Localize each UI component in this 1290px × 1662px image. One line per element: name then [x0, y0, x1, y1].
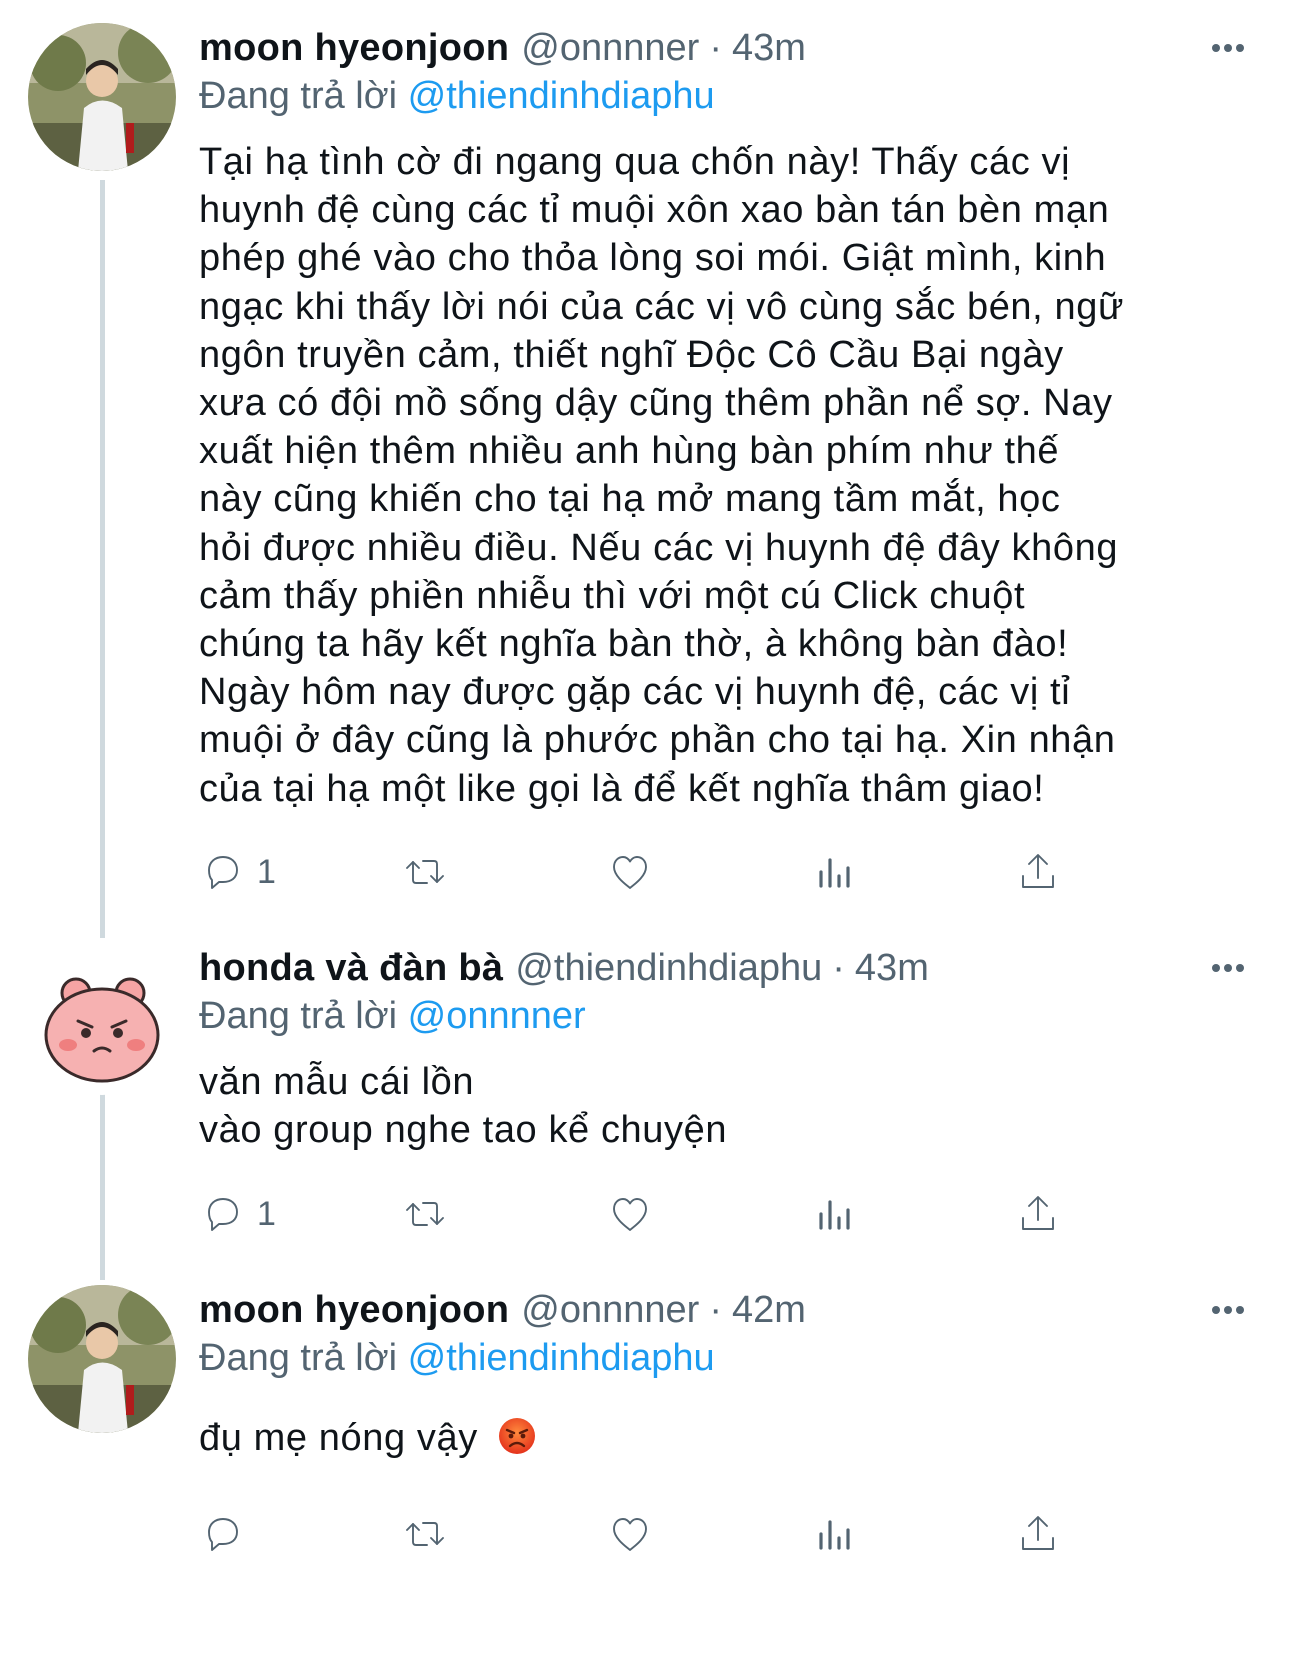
replying-to: Đang trả lời @thiendinhdiaphu: [199, 1333, 715, 1383]
share-upload-icon: [1022, 854, 1054, 888]
tweet-text: đụ mẹ nóng vậy: [199, 1414, 537, 1462]
reply-bubble-icon: [208, 856, 238, 889]
reply-bubble-action[interactable]: 1: [199, 1189, 276, 1239]
replying-to-label: Đang trả lời: [199, 995, 398, 1037]
analytics-bars-icon: [819, 1200, 850, 1230]
tweet-text-line: Ngày hôm nay được gặp các vị huynh đệ, c…: [199, 671, 1071, 714]
analytics-bars-icon: [819, 1520, 850, 1550]
tweet-text-line: phép ghé vào cho thỏa lòng soi mói. Giật…: [199, 237, 1107, 280]
display-name[interactable]: moon hyeonjoon: [199, 22, 509, 74]
action-bar: 1: [199, 847, 1099, 897]
analytics-bars-action[interactable]: [811, 1189, 859, 1239]
tweet-text-line: này cũng khiến cho tại hạ mở mang tầm mắ…: [199, 478, 1061, 521]
tweet-text-line: vào group nghe tao kể chuyện: [199, 1109, 728, 1152]
tweet-text-line: ngôn truyền cảm, thiết nghĩ Độc Cô Cầu B…: [199, 333, 1064, 376]
user-handle[interactable]: @onnnner: [521, 22, 699, 74]
tweet-3[interactable]: moon hyeonjoon @onnnner · 42m Đang trả l…: [0, 1280, 1290, 1662]
reply-bubble-action[interactable]: 1: [199, 847, 276, 897]
analytics-bars-icon: [819, 858, 850, 888]
user-photo-avatar: [28, 23, 176, 171]
tweet-1[interactable]: moon hyeonjoon @onnnner · 43m Đang trả l…: [0, 0, 1290, 940]
reply-bubble-icon: [208, 1518, 238, 1551]
display-name[interactable]: moon hyeonjoon: [199, 1284, 509, 1336]
tweet-text-line: muội ở đây cũng là phước phần cho tại hạ…: [199, 719, 1116, 762]
more-options-icon[interactable]: [1200, 24, 1256, 72]
more-options-icon[interactable]: [1200, 1286, 1256, 1334]
retweet-icon: [406, 1202, 444, 1226]
retweet-icon: [406, 860, 444, 884]
tweet-text-line: xuất hiện thêm nhiều anh hùng bàn phím n…: [199, 430, 1060, 473]
user-photo-avatar: [28, 1285, 176, 1433]
pink-cartoon-avatar: [28, 947, 176, 1095]
analytics-bars-action[interactable]: [811, 1509, 859, 1559]
heart-icon: [613, 1198, 647, 1231]
display-name[interactable]: honda và đàn bà: [199, 942, 503, 994]
share-upload-action[interactable]: [1014, 1189, 1062, 1239]
tweet-text: văn mẫu cái lồn vào group nghe tao kể ch…: [199, 1058, 727, 1154]
retweet-icon: [406, 1522, 444, 1546]
timestamp[interactable]: 43m: [855, 942, 929, 994]
retweet-action[interactable]: [401, 1189, 449, 1239]
more-options-icon[interactable]: [1200, 944, 1256, 992]
share-upload-action[interactable]: [1014, 1509, 1062, 1559]
reply-count: 1: [257, 852, 276, 891]
analytics-bars-action[interactable]: [811, 847, 859, 897]
retweet-action[interactable]: [401, 1509, 449, 1559]
share-upload-icon: [1022, 1196, 1054, 1230]
separator-dot: ·: [709, 1289, 722, 1331]
replying-to-link[interactable]: @thiendinhdiaphu: [408, 75, 715, 117]
tweet-text-line: của tại hạ một like gọi là để kết nghĩa …: [199, 767, 1045, 810]
tweet-text-line: chúng ta hãy kết nghĩa bàn thờ, à không …: [199, 623, 1069, 666]
avatar[interactable]: [28, 947, 176, 1095]
tweet-text-line: đụ mẹ nóng vậy: [199, 1417, 478, 1459]
heart-action[interactable]: [606, 847, 654, 897]
angry-face-icon: [498, 1418, 535, 1454]
heart-icon: [613, 856, 647, 889]
tweet-header: moon hyeonjoon @onnnner · 43m: [199, 22, 806, 74]
heart-action[interactable]: [606, 1509, 654, 1559]
separator-dot: ·: [832, 947, 845, 989]
heart-action[interactable]: [606, 1189, 654, 1239]
action-bar: [199, 1509, 1099, 1559]
timestamp[interactable]: 43m: [732, 22, 806, 74]
avatar[interactable]: [28, 1285, 176, 1433]
replying-to: Đang trả lời @thiendinhdiaphu: [199, 71, 715, 121]
tweet-text-line: ngạc khi thấy lời nói của các vị vô cùng…: [199, 285, 1124, 328]
timestamp[interactable]: 42m: [732, 1284, 806, 1336]
avatar[interactable]: [28, 23, 176, 171]
tweet-header: moon hyeonjoon @onnnner · 42m: [199, 1284, 806, 1336]
tweet-text-line: xưa có đội mồ sống dậy cũng thêm phần nể…: [199, 382, 1113, 425]
tweet-text-line: hỏi được nhiều điều. Nếu các vị huynh đệ…: [199, 526, 1119, 569]
replying-to-label: Đang trả lời: [199, 1337, 398, 1379]
tweet-text-line: văn mẫu cái lồn: [199, 1061, 475, 1103]
separator-dot: ·: [709, 27, 722, 69]
replying-to-link[interactable]: @onnnner: [408, 995, 586, 1037]
action-bar: 1: [199, 1189, 1099, 1239]
replying-to: Đang trả lời @onnnner: [199, 991, 586, 1041]
share-upload-icon: [1022, 1516, 1054, 1550]
user-handle[interactable]: @thiendinhdiaphu: [515, 942, 822, 994]
tweet-text-line: cảm thấy phiền nhiễu thì với một cú Clic…: [199, 574, 1026, 617]
replying-to-link[interactable]: @thiendinhdiaphu: [408, 1337, 715, 1379]
reply-bubble-icon: [208, 1198, 238, 1231]
replying-to-label: Đang trả lời: [199, 75, 398, 117]
heart-icon: [613, 1518, 647, 1551]
user-handle[interactable]: @onnnner: [521, 1284, 699, 1336]
tweet-text: Tại hạ tình cờ đi ngang qua chốn này! Th…: [199, 138, 1124, 813]
tweet-header: honda và đàn bà @thiendinhdiaphu · 43m: [199, 942, 929, 994]
tweet-text-line-wrap: đụ mẹ nóng vậy: [199, 1414, 537, 1462]
tweet-text-line: Tại hạ tình cờ đi ngang qua chốn này! Th…: [199, 141, 1071, 183]
tweet-text-line: huynh đệ cùng các tỉ muội xôn xao bàn tá…: [199, 189, 1110, 232]
retweet-action[interactable]: [401, 847, 449, 897]
reply-bubble-action[interactable]: [199, 1509, 247, 1559]
tweet-2[interactable]: honda và đàn bà @thiendinhdiaphu · 43m Đ…: [0, 940, 1290, 1280]
share-upload-action[interactable]: [1014, 847, 1062, 897]
reply-count: 1: [257, 1194, 276, 1233]
